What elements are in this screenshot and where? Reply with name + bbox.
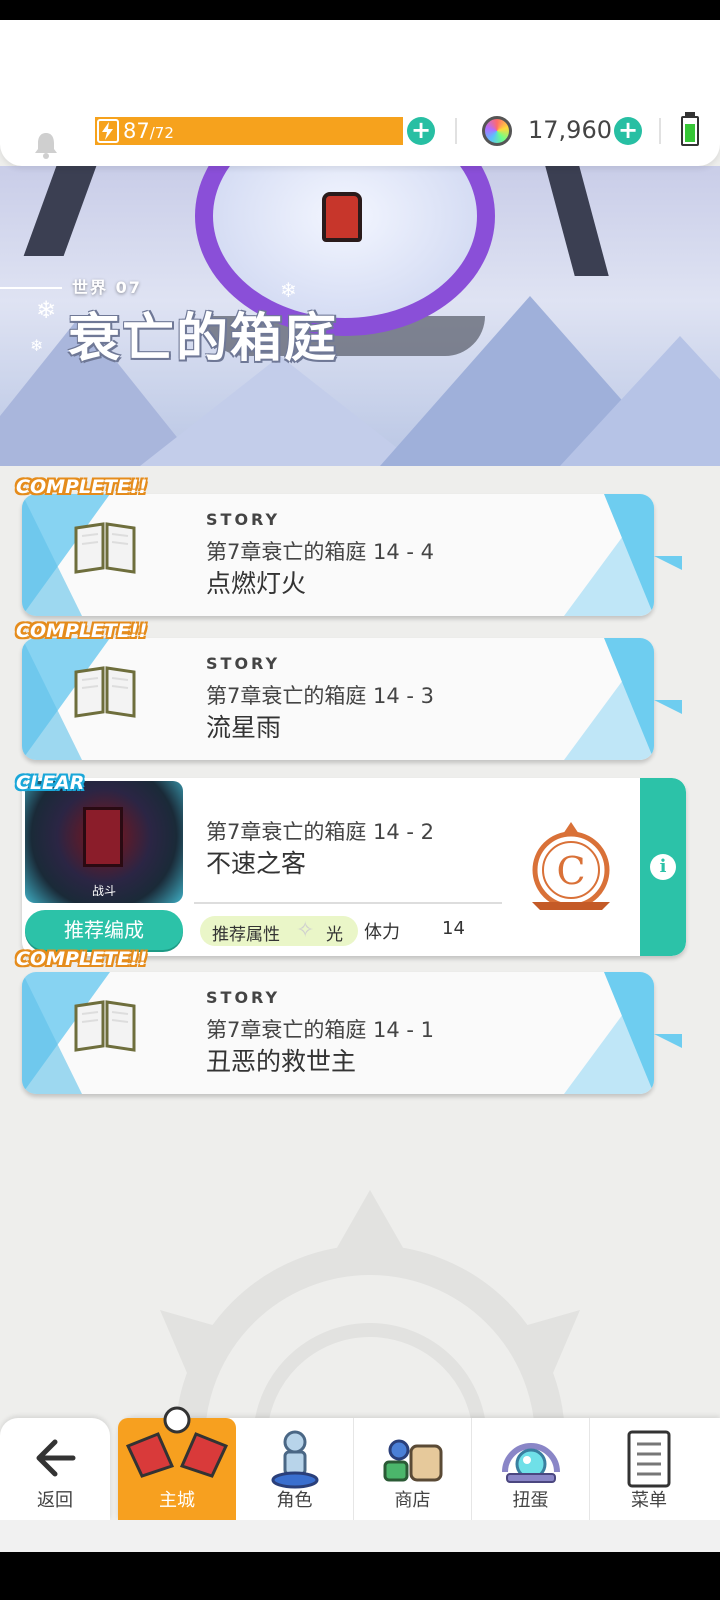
snowflake-icon: ❄	[36, 296, 57, 324]
resource-bar: 87/72 + 17,960 +	[0, 20, 720, 166]
recommended-attribute: 推荐属性 ✧ 光	[200, 916, 358, 946]
dark-rock	[23, 166, 97, 256]
world-title: 衰亡的箱庭	[68, 309, 339, 369]
complete-badge: COMPLETE!!	[16, 476, 148, 498]
snowflake-icon: ❄	[30, 336, 44, 355]
gacha-orb-icon	[501, 1443, 560, 1483]
nav-bar: 主城 角色 商店 扭蛋 菜单	[118, 1406, 720, 1520]
castle-wings-icon	[125, 1406, 229, 1478]
stage-type: STORY	[206, 510, 281, 529]
shop-bag-icon	[383, 1439, 442, 1482]
divider	[659, 118, 661, 144]
card-tail	[654, 700, 682, 714]
world-banner: 世界 07 ❄ ❄ ❄ 衰亡的箱庭	[0, 166, 720, 466]
system-nav-bar	[0, 1552, 720, 1600]
gem-icon	[482, 116, 512, 146]
add-stamina-button[interactable]: +	[407, 117, 435, 145]
card-tail	[654, 556, 682, 570]
battery-icon	[681, 116, 699, 146]
nav-label: 扭蛋	[512, 1490, 549, 1511]
book-icon	[74, 1000, 136, 1052]
stage-info-button[interactable]: i	[640, 778, 686, 956]
stage-card-battle[interactable]: 战斗 推荐编成 第7章衰亡的箱庭 14 - 2 不速之客 推荐属性 ✧ 光 体力…	[22, 778, 686, 956]
bottom-nav: 返回 主城 角色 商店 扭蛋 菜单	[0, 1406, 720, 1520]
complete-badge: COMPLETE!!	[16, 620, 148, 642]
stage-chapter: 第7章衰亡的箱庭 14 - 4	[206, 540, 435, 564]
nav-item-shop[interactable]: 商店	[354, 1418, 472, 1520]
info-icon: i	[650, 854, 676, 880]
back-label: 返回	[37, 1490, 73, 1511]
rank-badge: C	[532, 822, 610, 910]
stamina-cost-value: 14	[442, 918, 465, 939]
dark-rock	[545, 166, 609, 276]
stamina-cost-label: 体力	[364, 922, 400, 943]
stage-card-story[interactable]: STORY 第7章衰亡的箱庭 14 - 4 点燃灯火	[22, 494, 654, 616]
boss-thumbnail: 战斗	[25, 781, 183, 903]
stage-title: 流星雨	[206, 713, 282, 742]
lightning-icon	[97, 119, 119, 143]
nav-item-gacha[interactable]: 扭蛋	[472, 1418, 590, 1520]
world-label: 世界 07	[72, 278, 142, 297]
arrow-left-icon	[36, 1439, 76, 1477]
divider	[194, 902, 502, 904]
stage-chapter: 第7章衰亡的箱庭 14 - 3	[206, 684, 435, 708]
stage-card-story[interactable]: STORY 第7章衰亡的箱庭 14 - 1 丑恶的救世主	[22, 972, 654, 1094]
attribute-value: 光	[326, 925, 343, 945]
book-icon	[74, 666, 136, 718]
divider	[455, 118, 457, 144]
hero-sprite	[322, 192, 362, 242]
stage-title: 丑恶的救世主	[206, 1047, 357, 1076]
stage-type: STORY	[206, 654, 281, 673]
world-line	[0, 287, 62, 289]
stage-card-story[interactable]: STORY 第7章衰亡的箱庭 14 - 3 流星雨	[22, 638, 654, 760]
stage-chapter: 第7章衰亡的箱庭 14 - 1	[206, 1018, 435, 1042]
bell-icon[interactable]	[32, 130, 60, 160]
nav-label: 主城	[159, 1490, 195, 1511]
stage-chapter: 第7章衰亡的箱庭 14 - 2	[206, 820, 435, 844]
stage-title: 不速之客	[206, 849, 307, 878]
svg-text:C: C	[556, 849, 585, 893]
attribute-label: 推荐属性	[212, 925, 280, 945]
nav-label: 商店	[394, 1490, 431, 1511]
menu-list-icon	[627, 1430, 671, 1488]
nav-footer	[0, 1520, 720, 1552]
complete-badge: COMPLETE!!	[16, 948, 148, 970]
stamina-bar: 87/72	[95, 117, 403, 145]
back-button[interactable]: 返回	[0, 1418, 110, 1520]
gem-count: 17,960	[528, 116, 612, 144]
add-gems-button[interactable]: +	[614, 117, 642, 145]
stage-type: STORY	[206, 988, 281, 1007]
nav-item-characters[interactable]: 角色	[236, 1418, 354, 1520]
stamina-value: 87/72	[123, 119, 174, 143]
nav-item-home[interactable]: 主城	[118, 1406, 236, 1520]
clear-badge: CLEAR	[16, 772, 85, 794]
recommended-team-button[interactable]: 推荐编成	[25, 910, 183, 950]
nav-label: 菜单	[631, 1490, 667, 1511]
light-element-icon: ✧	[296, 918, 315, 943]
card-tail	[654, 1034, 682, 1048]
status-bar	[0, 0, 720, 20]
battle-label: 战斗	[91, 884, 116, 898]
stage-title: 点燃灯火	[206, 569, 307, 598]
nav-item-menu[interactable]: 菜单	[590, 1418, 708, 1520]
character-statue-icon	[271, 1430, 318, 1489]
book-icon	[74, 522, 136, 574]
nav-label: 角色	[276, 1490, 313, 1511]
